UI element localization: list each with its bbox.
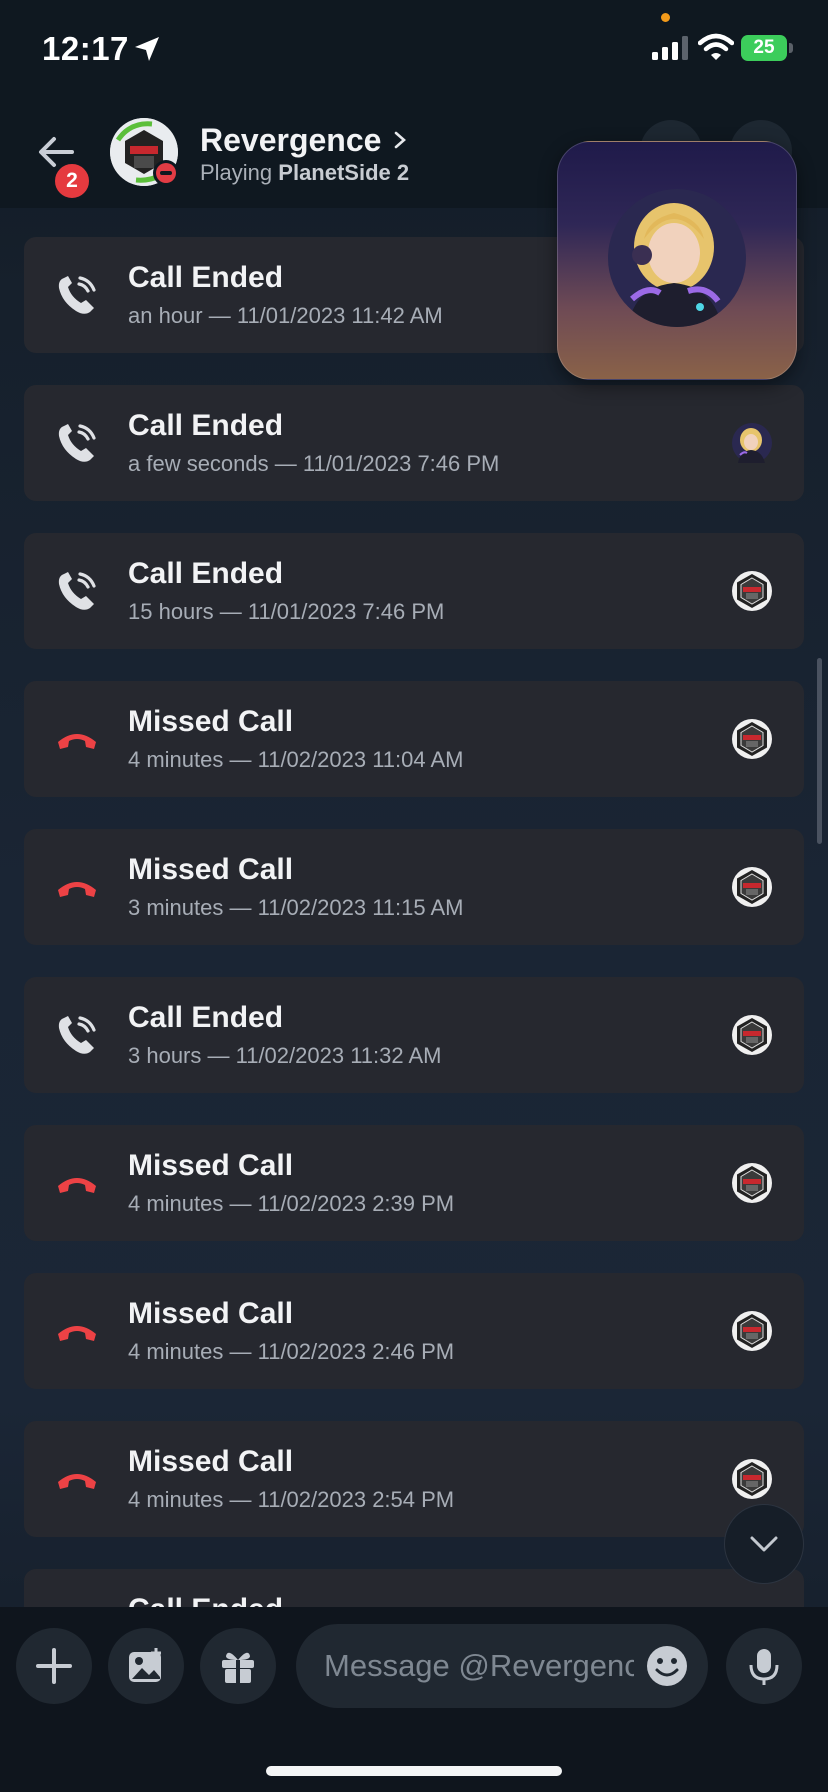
media-picker-button[interactable] — [108, 1628, 184, 1704]
participant-avatar — [732, 1015, 772, 1055]
participant-avatar — [732, 1459, 772, 1499]
call-log-item[interactable]: Call Ended 15 hours — 11/01/2023 7:46 PM — [24, 533, 804, 649]
plus-icon — [36, 1648, 72, 1684]
pip-avatar — [608, 189, 746, 327]
call-log-item[interactable]: Missed Call 4 minutes — 11/02/2023 2:46 P… — [24, 1273, 804, 1389]
unread-badge: 2 — [52, 161, 92, 201]
participant-avatar — [732, 867, 772, 907]
message-input-container[interactable]: Message @Revergence — [296, 1624, 708, 1708]
chevron-down-icon — [750, 1536, 778, 1552]
call-log-item[interactable]: Missed Call 3 minutes — 11/02/2023 11:15 … — [24, 829, 804, 945]
mic-in-use-dot — [661, 13, 670, 22]
participant-avatar — [732, 1163, 772, 1203]
cellular-signal-icon — [652, 36, 688, 60]
participant-avatar — [732, 719, 772, 759]
missed-call-icon — [54, 1456, 100, 1502]
voice-message-button[interactable] — [726, 1628, 802, 1704]
home-indicator — [266, 1766, 562, 1776]
call-duration-timestamp: 4 minutes — 11/02/2023 2:54 PM — [128, 1487, 455, 1512]
emoji-icon[interactable] — [646, 1645, 688, 1687]
call-log-item[interactable]: Missed Call 4 minutes — 11/02/2023 2:39 P… — [24, 1125, 804, 1241]
call-title: Call Ended — [128, 409, 284, 442]
call-title: Call Ended — [128, 1001, 284, 1034]
missed-call-icon — [54, 864, 100, 910]
call-duration-timestamp: a few seconds — 11/01/2023 7:46 PM — [128, 451, 500, 476]
battery-indicator: 25 — [741, 35, 787, 61]
call-title: Call Ended — [128, 557, 284, 590]
call-ended-icon — [54, 568, 100, 614]
missed-call-icon — [54, 1160, 100, 1206]
dnd-status-icon — [153, 160, 179, 186]
call-ended-icon — [54, 420, 100, 466]
activity-prefix: Playing — [200, 160, 273, 185]
missed-call-icon — [54, 716, 100, 762]
location-arrow-icon — [135, 37, 159, 61]
call-duration-timestamp: 3 minutes — 11/02/2023 11:15 AM — [128, 895, 464, 920]
call-duration-timestamp: 15 hours — 11/01/2023 7:46 PM — [128, 599, 445, 624]
participant-avatar — [732, 423, 772, 463]
call-ended-icon — [54, 272, 100, 318]
call-log-item[interactable]: Call Ended a few seconds — 11/01/2023 7:4… — [24, 385, 804, 501]
participant-avatar — [732, 571, 772, 611]
call-title: Missed Call — [128, 1149, 294, 1182]
scrollbar[interactable] — [817, 658, 822, 844]
gift-button[interactable] — [200, 1628, 276, 1704]
call-duration-timestamp: 4 minutes — 11/02/2023 2:46 PM — [128, 1339, 455, 1364]
call-ended-icon — [54, 1012, 100, 1058]
status-time: 12:17 — [42, 30, 129, 67]
picture-in-picture-window[interactable] — [557, 141, 797, 380]
participant-avatar — [732, 1311, 772, 1351]
call-title: Missed Call — [128, 1297, 294, 1330]
message-input[interactable]: Message @Revergence — [324, 1624, 634, 1708]
chevron-right-icon[interactable] — [391, 129, 409, 151]
jump-to-bottom-button[interactable] — [724, 1504, 804, 1584]
call-duration-timestamp: 3 hours — 11/02/2023 11:32 AM — [128, 1043, 442, 1068]
battery-level: 25 — [753, 37, 775, 58]
battery-tip — [789, 43, 793, 53]
call-duration-timestamp: 4 minutes — 11/02/2023 11:04 AM — [128, 747, 464, 772]
add-attachment-button[interactable] — [16, 1628, 92, 1704]
call-title: Call Ended — [128, 261, 284, 294]
activity-game: PlanetSide 2 — [278, 160, 410, 185]
gift-icon — [222, 1652, 254, 1683]
call-log-item[interactable]: Missed Call 4 minutes — 11/02/2023 2:54 P… — [24, 1421, 804, 1537]
activity-status: Playing PlanetSide 2 — [200, 160, 409, 186]
image-icon — [129, 1648, 161, 1682]
call-log-item[interactable]: Call Ended 3 hours — 11/02/2023 11:32 AM — [24, 977, 804, 1093]
user-name[interactable]: Revergence — [200, 122, 381, 159]
call-log-item[interactable]: Missed Call 4 minutes — 11/02/2023 11:04 … — [24, 681, 804, 797]
call-title: Missed Call — [128, 1445, 294, 1478]
microphone-icon — [749, 1649, 779, 1685]
call-title: Missed Call — [128, 853, 294, 886]
call-duration-timestamp: 4 minutes — 11/02/2023 2:39 PM — [128, 1191, 455, 1216]
missed-call-icon — [54, 1308, 100, 1354]
call-title: Missed Call — [128, 705, 294, 738]
anime-avatar-icon — [608, 189, 746, 327]
call-duration-timestamp: an hour — 11/01/2023 11:42 AM — [128, 303, 443, 328]
wifi-icon — [698, 33, 734, 60]
